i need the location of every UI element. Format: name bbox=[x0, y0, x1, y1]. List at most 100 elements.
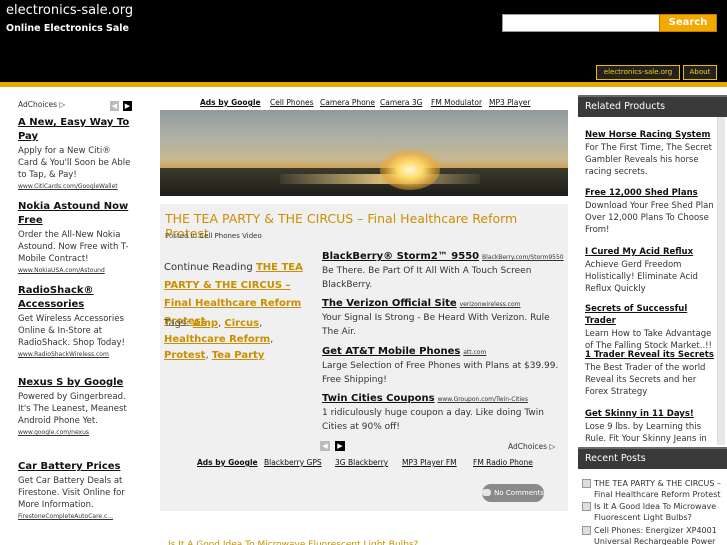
left-ad-url[interactable]: www.NokiaUSA.com/Astound bbox=[18, 267, 105, 274]
ad-link[interactable]: MP3 Player FM bbox=[402, 458, 457, 467]
search-button[interactable]: Search bbox=[659, 14, 717, 32]
center-ad-prev-button[interactable]: ◀ bbox=[320, 441, 330, 451]
center-ad-title[interactable]: BlackBerry® Storm2™ 9550 bbox=[322, 251, 479, 262]
comments-button[interactable]: No Comments bbox=[482, 484, 544, 502]
header-banner-image bbox=[160, 110, 568, 196]
center-ad-url[interactable]: att.com bbox=[463, 349, 486, 356]
ad-link[interactable]: 3G Blackberry bbox=[335, 458, 388, 467]
ads-by-google-label[interactable]: Ads by Google bbox=[197, 458, 258, 467]
ad-prev-button[interactable]: ◀ bbox=[110, 101, 119, 111]
center-ad-next-button[interactable]: ▶ bbox=[335, 441, 345, 451]
left-ad-title[interactable]: RadioShack® Accessories bbox=[18, 284, 133, 312]
center-ad: Get AT&T Mobile Phones att.com Large Sel… bbox=[322, 346, 564, 387]
center-ad-title[interactable]: The Verizon Official Site bbox=[322, 298, 457, 309]
related-item-desc: Lose 9 lbs. by Learning this Rule. Fit Y… bbox=[585, 422, 707, 444]
left-ad: Nexus S by Google Powered by Gingerbread… bbox=[18, 376, 133, 438]
tag-link[interactable]: Protest bbox=[164, 350, 205, 361]
left-ad-url[interactable]: FirestoneCompleteAutoCare.c... bbox=[18, 513, 113, 520]
recent-post-link[interactable]: Is It A Good Idea To Microwave Fluoresce… bbox=[594, 502, 716, 522]
recent-post-link[interactable]: Cell Phones: Energizer XP4001 Universal … bbox=[594, 526, 717, 545]
related-item: Free 12,000 Shed Plans Download Your Fre… bbox=[585, 187, 721, 236]
search-input[interactable] bbox=[502, 14, 660, 32]
post-meta: Posted in Cell Phones Video bbox=[165, 232, 262, 240]
posted-in-label: Posted in bbox=[165, 232, 198, 240]
center-ad-desc: 1 ridiculously huge coupon a day. Like d… bbox=[322, 408, 544, 432]
related-item-title[interactable]: Get Skinny in 11 Days! bbox=[585, 408, 721, 420]
next-post-title[interactable]: Is It A Good Idea To Microwave Fluoresce… bbox=[168, 537, 458, 545]
recent-posts-heading: Recent Posts bbox=[578, 447, 727, 469]
related-item: New Horse Racing System For The First Ti… bbox=[585, 129, 721, 178]
post-icon bbox=[582, 479, 591, 488]
nav-about-link[interactable]: About bbox=[683, 65, 717, 80]
posted-in-category[interactable]: Cell Phones Video bbox=[199, 232, 261, 240]
ad-link[interactable]: Blackberry GPS bbox=[264, 458, 322, 467]
left-ad-title[interactable]: Nexus S by Google bbox=[18, 376, 133, 390]
center-ad-desc: Your Signal Is Strong - Be Heard With Ve… bbox=[322, 313, 550, 337]
tag-link[interactable]: Amp bbox=[193, 318, 218, 329]
adchoices-label[interactable]: AdChoices ▷ bbox=[18, 100, 65, 109]
ad-link[interactable]: FM Radio Phone bbox=[473, 458, 533, 467]
left-ad-title[interactable]: A New, Easy Way To Pay bbox=[18, 116, 133, 144]
related-item-title[interactable]: I Cured My Acid Reflux bbox=[585, 246, 721, 258]
left-ad-desc: Order the All-New Nokia Astound. Now Fre… bbox=[18, 230, 129, 264]
ad-link[interactable]: Cell Phones bbox=[270, 98, 314, 107]
tag-link[interactable]: Healthcare Reform bbox=[164, 334, 270, 345]
related-products-list[interactable]: New Horse Racing System For The First Ti… bbox=[578, 117, 727, 445]
center-ad-url[interactable]: www.Groupon.com/Twin-Cities bbox=[437, 396, 527, 403]
ads-by-google-label[interactable]: Ads by Google bbox=[200, 98, 261, 107]
recent-post-item: THE TEA PARTY & THE CIRCUS – Final Healt… bbox=[582, 478, 724, 500]
left-ad-url[interactable]: www.google.com/nexus bbox=[18, 429, 89, 436]
related-products-heading: Related Products bbox=[578, 95, 727, 117]
center-ad-title[interactable]: Get AT&T Mobile Phones bbox=[322, 346, 460, 357]
post-tags: Tags: Amp, Circus, Healthcare Reform, Pr… bbox=[164, 318, 274, 361]
related-item-title[interactable]: 1 Trader Reveal its Secrets bbox=[585, 349, 721, 361]
left-ad-column: AdChoices ▷ ◀ ▶ A New, Easy Way To Pay A… bbox=[18, 100, 133, 520]
post-icon bbox=[582, 526, 591, 535]
left-ad-desc: Get Wireless Accessories Online & In-Sto… bbox=[18, 314, 125, 348]
tags-label: Tags: bbox=[164, 318, 190, 329]
related-item-desc: For The First Time, The Secret Gambler R… bbox=[585, 143, 712, 177]
ad-link[interactable]: MP3 Player bbox=[489, 98, 531, 107]
left-ad: RadioShack® Accessories Get Wireless Acc… bbox=[18, 284, 133, 360]
left-ad: A New, Easy Way To Pay Apply for a New C… bbox=[18, 116, 133, 192]
ad-next-button[interactable]: ▶ bbox=[123, 101, 132, 111]
tag-link[interactable]: Tea Party bbox=[212, 350, 265, 361]
site-title[interactable]: electronics-sale.org bbox=[6, 3, 133, 18]
nav-home-link[interactable]: electronics-sale.org bbox=[596, 65, 680, 80]
tag-link[interactable]: Circus bbox=[224, 318, 259, 329]
center-ad: The Verizon Official Site verizonwireles… bbox=[322, 298, 564, 339]
left-ad-desc: Apply for a New Citi® Card & You'll Soon… bbox=[18, 146, 131, 180]
banner-sun bbox=[380, 150, 440, 190]
comment-bubble-icon bbox=[482, 489, 492, 496]
recent-post-item: Cell Phones: Energizer XP4001 Universal … bbox=[582, 525, 724, 545]
left-ad-url[interactable]: www.RadioShackWireless.com bbox=[18, 351, 109, 358]
left-ad: Nokia Astound Now Free Order the All-New… bbox=[18, 200, 133, 276]
related-item-desc: Download Your Free Shed Plan Over 12,000… bbox=[585, 201, 714, 235]
adchoices-row: AdChoices ▷ ◀ ▶ bbox=[18, 100, 133, 113]
related-item-title[interactable]: New Horse Racing System bbox=[585, 129, 721, 141]
ad-link[interactable]: FM Modulator bbox=[431, 98, 482, 107]
recent-post-link[interactable]: THE TEA PARTY & THE CIRCUS – Final Healt… bbox=[594, 479, 721, 499]
center-ad-url[interactable]: BlackBerry.com/Storm9550 bbox=[482, 254, 564, 261]
related-item-desc: Achieve Gerd Freedom Holistically! Elimi… bbox=[585, 260, 698, 294]
center-ad-desc: Large Selection of Free Phones with Plan… bbox=[322, 361, 559, 385]
related-scrollbar[interactable] bbox=[717, 117, 725, 445]
left-ad-url[interactable]: www.CitiCards.com/GoogleWallet bbox=[18, 183, 118, 190]
center-adchoices-label[interactable]: AdChoices ▷ bbox=[508, 442, 555, 451]
related-item: Get Skinny in 11 Days! Lose 9 lbs. by Le… bbox=[585, 408, 721, 445]
ad-link[interactable]: Camera Phone bbox=[320, 98, 375, 107]
header-accent-bar bbox=[0, 82, 727, 87]
banner-water bbox=[280, 174, 480, 184]
ad-link[interactable]: Camera 3G bbox=[380, 98, 422, 107]
related-item-title[interactable]: Secrets of Successful Trader bbox=[585, 303, 721, 327]
left-ad-title[interactable]: Nokia Astound Now Free bbox=[18, 200, 133, 228]
center-ad: BlackBerry® Storm2™ 9550 BlackBerry.com/… bbox=[322, 251, 564, 292]
related-item-title[interactable]: Free 12,000 Shed Plans bbox=[585, 187, 721, 199]
comments-label: No Comments bbox=[494, 489, 544, 497]
left-ad-title[interactable]: Car Battery Prices bbox=[18, 460, 133, 474]
left-ad-desc: Powered by Gingerbread. It's The Leanest… bbox=[18, 392, 127, 426]
center-ad-url[interactable]: verizonwireless.com bbox=[460, 301, 521, 308]
center-ad-title[interactable]: Twin Cities Coupons bbox=[322, 393, 435, 404]
related-item-desc: The Best Trader of the world Reveal its … bbox=[585, 363, 706, 397]
post-entry: THE TEA PARTY & THE CIRCUS – Final Healt… bbox=[160, 204, 568, 511]
